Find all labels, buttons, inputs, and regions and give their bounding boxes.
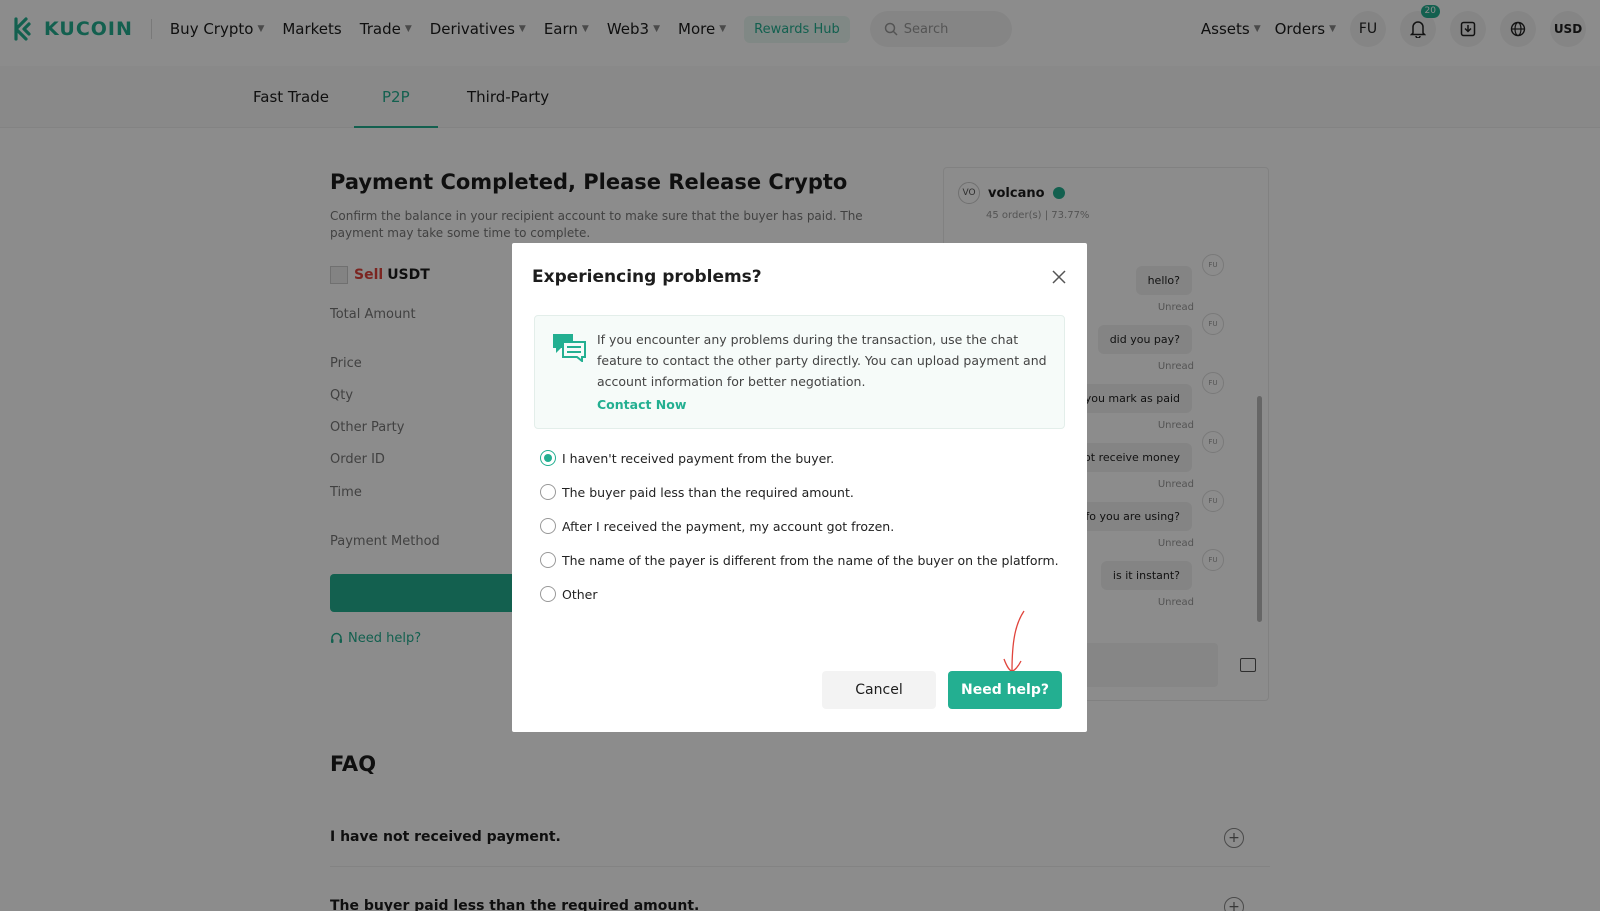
contact-now-link[interactable]: Contact Now	[597, 397, 686, 412]
option-label: Other	[562, 586, 598, 602]
radio-unselected[interactable]	[540, 518, 556, 534]
annotation-arrow-icon	[1003, 610, 1025, 672]
problem-option-name-mismatch[interactable]: The name of the payer is different from …	[540, 552, 1059, 568]
need-help-button[interactable]: Need help?	[948, 671, 1062, 709]
problem-option-account-frozen[interactable]: After I received the payment, my account…	[540, 518, 894, 534]
dialog-title: Experiencing problems?	[532, 267, 762, 287]
close-icon[interactable]	[1051, 269, 1067, 285]
option-label: The name of the payer is different from …	[562, 552, 1059, 568]
radio-unselected[interactable]	[540, 586, 556, 602]
info-text: If you encounter any problems during the…	[597, 332, 1047, 389]
problem-dialog: Experiencing problems? If you encounter …	[512, 243, 1087, 732]
chat-bubbles-icon	[553, 334, 586, 362]
problem-option-other[interactable]: Other	[540, 586, 598, 602]
radio-unselected[interactable]	[540, 484, 556, 500]
problem-option-not-received[interactable]: I haven't received payment from the buye…	[540, 450, 834, 466]
radio-unselected[interactable]	[540, 552, 556, 568]
option-label: After I received the payment, my account…	[562, 518, 895, 534]
option-label: The buyer paid less than the required am…	[562, 484, 854, 500]
info-box: If you encounter any problems during the…	[534, 315, 1065, 429]
cancel-button[interactable]: Cancel	[822, 671, 936, 709]
problem-option-paid-less[interactable]: The buyer paid less than the required am…	[540, 484, 854, 500]
option-label: I haven't received payment from the buye…	[562, 450, 835, 466]
radio-selected[interactable]	[540, 450, 556, 466]
